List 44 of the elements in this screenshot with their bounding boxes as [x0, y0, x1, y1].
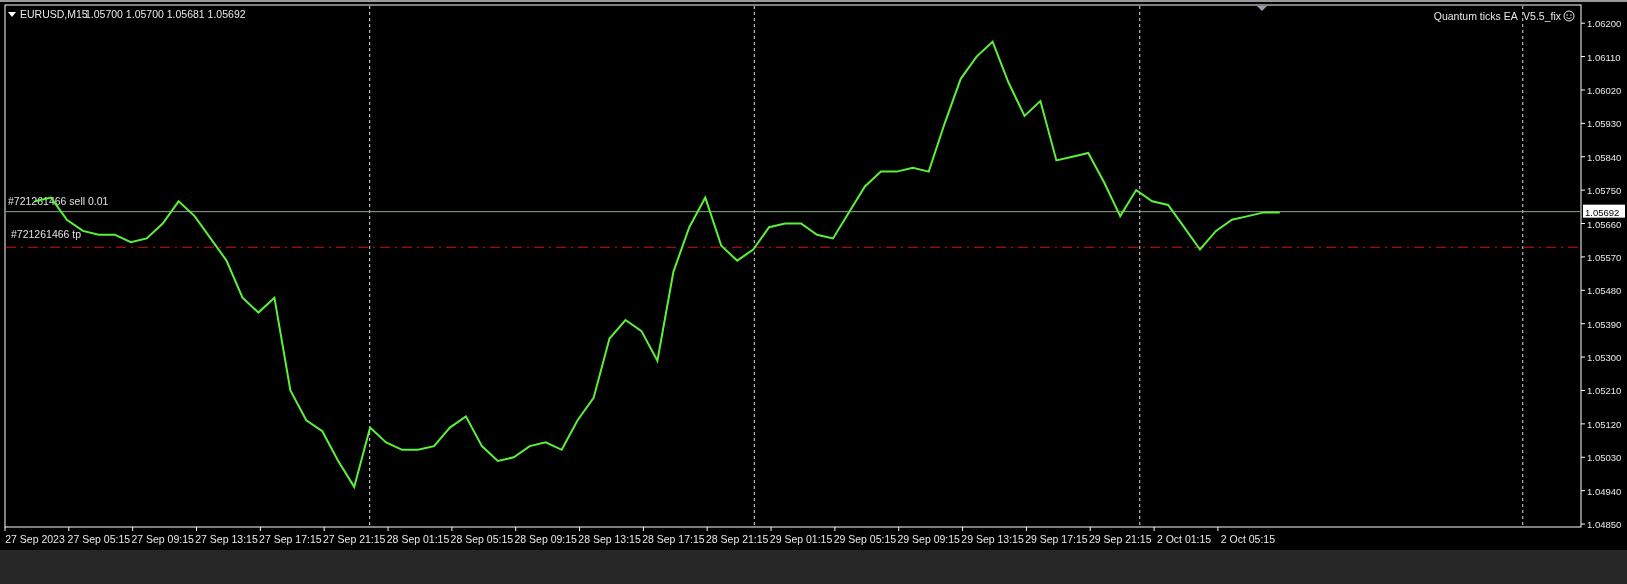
chart-title: EURUSD,M15 — [20, 8, 88, 20]
price-label: 1.05210 — [1587, 385, 1622, 397]
time-label: 27 Sep 17:15 — [259, 533, 322, 545]
time-label: 29 Sep 21:15 — [1089, 533, 1152, 545]
time-label: 27 Sep 2023 — [5, 533, 65, 545]
time-label: 29 Sep 17:15 — [1025, 533, 1088, 545]
time-label: 28 Sep 09:15 — [514, 533, 577, 545]
time-label: 29 Sep 05:15 — [833, 533, 897, 545]
time-label: 29 Sep 13:15 — [961, 533, 1024, 545]
price-label: 1.05840 — [1587, 151, 1622, 163]
price-label: 1.05300 — [1587, 352, 1622, 364]
price-label: 1.05570 — [1587, 251, 1622, 263]
time-label: 29 Sep 01:15 — [769, 533, 833, 545]
time-label: 27 Sep 09:15 — [131, 533, 194, 545]
price-label: 1.05390 — [1587, 318, 1622, 330]
price-label: 1.05660 — [1587, 218, 1622, 230]
price-label: 1.05750 — [1587, 185, 1622, 197]
price-label: 1.05030 — [1587, 452, 1622, 464]
price-label: 1.04850 — [1587, 519, 1622, 531]
price-label: 1.05480 — [1587, 285, 1622, 297]
current-price-label: 1.05692 — [1583, 204, 1625, 218]
price-label: 1.04940 — [1587, 485, 1622, 497]
price-label: 1.05120 — [1587, 418, 1622, 430]
time-label: 28 Sep 21:15 — [706, 533, 769, 545]
time-label: 2 Oct 05:15 — [1220, 533, 1276, 545]
time-label: 2 Oct 01:15 — [1156, 533, 1212, 545]
time-label: 27 Sep 21:15 — [322, 533, 386, 545]
ohlc-values: 1.05700 1.05700 1.05681 1.05692 — [85, 8, 246, 20]
order-label: #721261466 tp — [11, 228, 82, 241]
time-label: 28 Sep 13:15 — [578, 533, 641, 545]
time-label: 28 Sep 17:15 — [642, 533, 705, 545]
price-label: 1.05930 — [1587, 118, 1622, 130]
time-label: 28 Sep 05:15 — [450, 533, 514, 545]
time-label: 28 Sep 01:15 — [386, 533, 450, 545]
time-label: 27 Sep 13:15 — [195, 533, 258, 545]
price-label: 1.06110 — [1587, 51, 1621, 63]
expert-label: Quantum ticks EA V5.5_fix — [1433, 10, 1561, 22]
time-label: 29 Sep 09:15 — [897, 533, 960, 545]
price-label: 1.06200 — [1587, 18, 1622, 30]
smiley-icon[interactable] — [1563, 10, 1575, 22]
time-label: 27 Sep 05:15 — [67, 533, 131, 545]
price-label: 1.06020 — [1587, 84, 1622, 96]
caret-icon[interactable] — [8, 12, 16, 17]
shift-marker-icon[interactable] — [1257, 6, 1267, 11]
